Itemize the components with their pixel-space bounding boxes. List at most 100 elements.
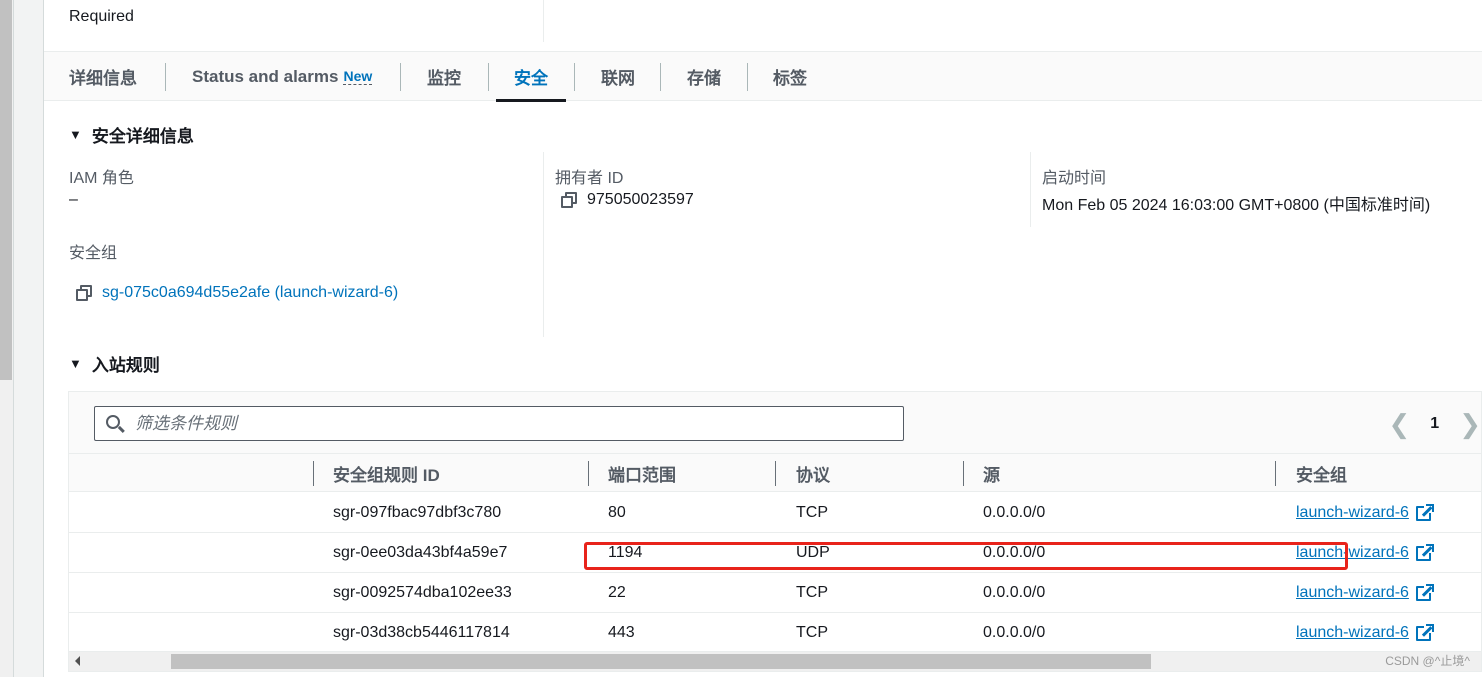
cell-protocol: TCP	[796, 503, 828, 521]
search-icon	[105, 414, 125, 434]
cell-source: 0.0.0.0/0	[983, 583, 1046, 601]
owner-id-value: 975050023597	[560, 191, 694, 209]
copy-icon[interactable]	[560, 191, 578, 209]
column-resizer[interactable]	[775, 461, 776, 486]
cell-rule-id: sgr-03d38cb5446117814	[333, 623, 510, 641]
top-strip: Required	[44, 0, 1482, 52]
cell-port-range: 22	[608, 583, 626, 601]
cell-protocol: TCP	[796, 583, 828, 601]
tab-label: Status and alarms	[192, 66, 339, 86]
owner-id-label: 拥有者 ID	[555, 170, 624, 187]
tab-label: 联网	[601, 69, 635, 88]
iam-role-label: IAM 角色	[69, 170, 134, 187]
security-group-link[interactable]: launch-wizard-6	[1296, 544, 1409, 562]
side-gutter	[14, 0, 44, 677]
cell-security-group: launch-wizard-6	[1296, 613, 1434, 652]
tab-label: 详细信息	[69, 69, 137, 88]
pagination: ❮ 1 ❯	[1389, 406, 1482, 441]
cell-rule-id: sgr-0092574dba102ee33	[333, 583, 512, 601]
col-header-rule-id[interactable]: 安全组规则 ID	[333, 454, 440, 492]
tab-label: 标签	[773, 69, 807, 88]
col-header-protocol[interactable]: 协议	[796, 454, 830, 492]
cell-source: 0.0.0.0/0	[983, 543, 1046, 561]
security-details-toggle[interactable]: ▼ 安全详细信息	[69, 122, 194, 147]
divider	[543, 0, 544, 42]
tab-monitoring[interactable]: 监控	[427, 52, 461, 101]
page-scrollbar[interactable]	[0, 0, 14, 677]
cell-protocol: UDP	[796, 543, 830, 561]
table-toolbar: ❮ 1 ❯	[69, 392, 1481, 454]
col-header-source[interactable]: 源	[983, 454, 1000, 492]
instance-details-panel: Required 详细信息 Status and alarms New 监控 安…	[44, 0, 1482, 677]
col-header-security-group[interactable]: 安全组	[1296, 454, 1347, 492]
tab-separator	[660, 63, 661, 91]
column-resizer[interactable]	[1275, 461, 1276, 486]
tab-separator	[400, 63, 401, 91]
tab-security[interactable]: 安全	[496, 52, 566, 102]
inbound-rules-toggle[interactable]: ▼ 入站规则	[69, 351, 160, 376]
tab-label: 安全	[514, 69, 548, 88]
tab-tags[interactable]: 标签	[773, 52, 807, 101]
column-resizer[interactable]	[588, 461, 589, 486]
column-divider	[543, 152, 544, 337]
scroll-left-arrow-icon[interactable]	[75, 656, 80, 666]
tab-separator	[488, 63, 489, 91]
cell-security-group: launch-wizard-6	[1296, 493, 1434, 532]
horizontal-scrollbar-thumb[interactable]	[171, 654, 1151, 669]
cell-source: 0.0.0.0/0	[983, 623, 1046, 641]
page-scrollbar-thumb[interactable]	[0, 0, 12, 380]
security-group-link[interactable]: launch-wizard-6	[1296, 584, 1409, 602]
required-label: Required	[69, 8, 134, 25]
security-group-link[interactable]: launch-wizard-6	[1296, 624, 1409, 642]
tab-label: 监控	[427, 69, 461, 88]
cell-protocol: TCP	[796, 623, 828, 641]
cell-rule-id: sgr-097fbac97dbf3c780	[333, 503, 502, 521]
cell-port-range: 1194	[608, 543, 643, 561]
caret-down-icon: ▼	[69, 127, 82, 142]
external-link-icon[interactable]	[1415, 584, 1434, 601]
security-group-link[interactable]: sg-075c0a694d55e2afe (launch-wizard-6)	[102, 284, 398, 302]
external-link-icon[interactable]	[1415, 544, 1434, 561]
external-link-icon[interactable]	[1415, 624, 1434, 641]
tab-networking[interactable]: 联网	[601, 52, 635, 101]
launch-time-value: Mon Feb 05 2024 16:03:00 GMT+0800 (中国标准时…	[1042, 197, 1431, 214]
owner-id-text: 975050023597	[587, 191, 694, 208]
page-number[interactable]: 1	[1430, 415, 1439, 433]
tab-separator	[165, 63, 166, 91]
chevron-right-icon[interactable]: ❯	[1459, 411, 1481, 437]
column-divider	[1030, 152, 1031, 227]
filter-input[interactable]	[135, 413, 895, 434]
tab-separator	[574, 63, 575, 91]
column-resizer[interactable]	[963, 461, 964, 486]
launch-time-label: 启动时间	[1042, 170, 1107, 187]
horizontal-scrollbar[interactable]	[69, 651, 1481, 671]
cell-port-range: 80	[608, 503, 626, 521]
security-group-label: 安全组	[69, 245, 118, 262]
cell-source: 0.0.0.0/0	[983, 503, 1046, 521]
col-header-port-range[interactable]: 端口范围	[608, 454, 676, 492]
tab-storage[interactable]: 存储	[687, 52, 721, 101]
column-resizer[interactable]	[313, 461, 314, 486]
tab-status-and-alarms[interactable]: Status and alarms New	[192, 52, 373, 101]
table-row: sgr-0092574dba102ee33 22 TCP 0.0.0.0/0 l…	[69, 573, 1481, 613]
cell-security-group: launch-wizard-6	[1296, 573, 1434, 612]
tab-separator	[747, 63, 748, 91]
tab-label: 存储	[687, 69, 721, 88]
section-title: 安全详细信息	[91, 127, 194, 146]
security-group-link[interactable]: launch-wizard-6	[1296, 504, 1409, 522]
external-link-icon[interactable]	[1415, 504, 1434, 521]
inbound-rules-table: ❮ 1 ❯ 安全组规则 ID 端口范围 协议 源 安全组 sgr-097fbac…	[68, 391, 1482, 672]
table-row: sgr-0ee03da43bf4a59e7 1194 UDP 0.0.0.0/0…	[69, 533, 1481, 573]
table-row: sgr-03d38cb5446117814 443 TCP 0.0.0.0/0 …	[69, 613, 1481, 653]
security-group-value: sg-075c0a694d55e2afe (launch-wizard-6)	[75, 284, 398, 302]
table-row: sgr-097fbac97dbf3c780 80 TCP 0.0.0.0/0 l…	[69, 493, 1481, 533]
new-badge: New	[343, 67, 373, 85]
table-header: 安全组规则 ID 端口范围 协议 源 安全组	[69, 454, 1481, 492]
copy-icon[interactable]	[75, 284, 93, 302]
cell-port-range: 443	[608, 623, 635, 641]
chevron-left-icon[interactable]: ❮	[1389, 411, 1411, 437]
filter-box[interactable]	[94, 406, 904, 441]
tab-details[interactable]: 详细信息	[69, 52, 137, 101]
watermark: CSDN @^止境^	[1385, 654, 1470, 668]
cell-security-group: launch-wizard-6	[1296, 533, 1434, 572]
